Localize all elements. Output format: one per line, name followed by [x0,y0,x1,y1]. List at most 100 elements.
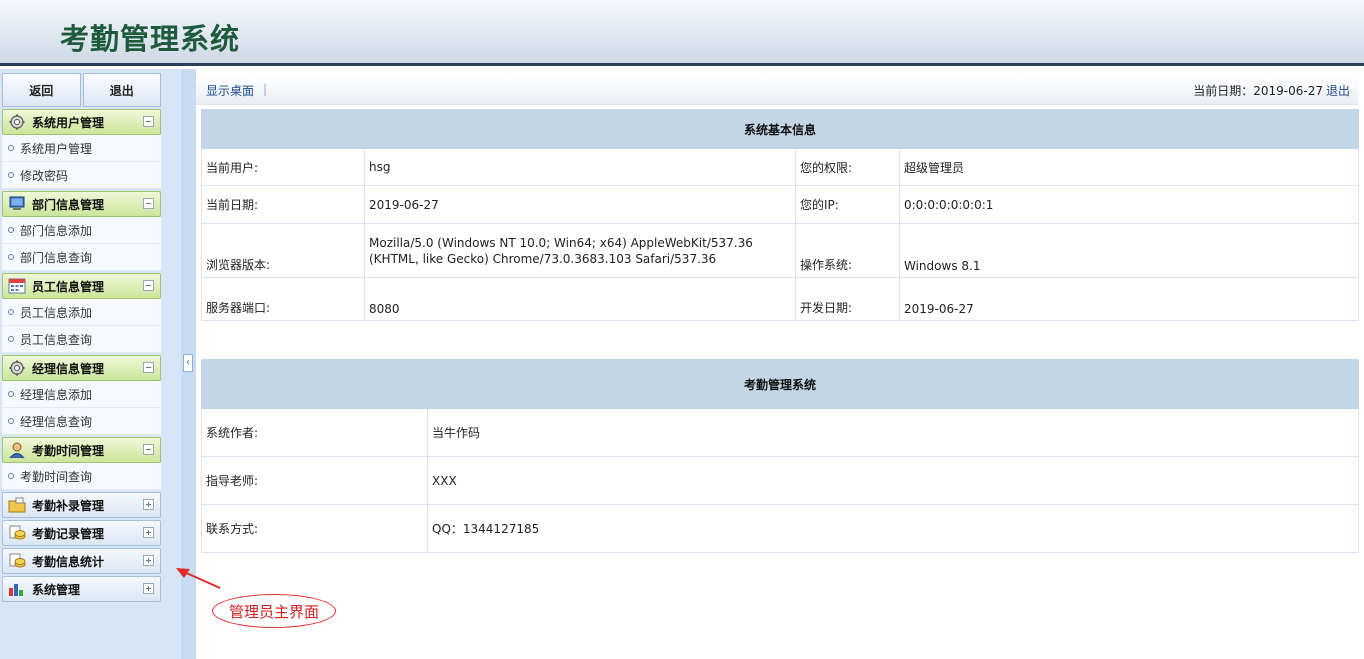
user-icon [8,442,26,459]
sidebar-item[interactable]: 系统用户管理 [2,135,161,162]
sidebar-group-2[interactable]: 员工信息管理 [2,273,161,299]
sidebar-item-label: 员工信息添加 [20,305,93,320]
bullet-icon [8,391,14,397]
collapse-icon[interactable] [143,198,154,209]
back-button[interactable]: 返回 [2,73,81,107]
table-row: 指导老师: XXX [201,456,1359,505]
current-date: 当前日期：2019-06-27 退出 [1193,82,1350,99]
sidebar-item-label: 部门信息添加 [20,223,93,238]
show-desktop-link[interactable]: 显示桌面 [206,82,254,99]
sidebar-group-label: 系统用户管理 [32,115,105,130]
bullet-icon [8,336,14,342]
system-info-title: 系统基本信息 [201,109,1359,149]
toolbar-separator: | [263,82,268,96]
table-row: 联系方式: QQ：1344127185 [201,504,1359,553]
collapse-icon[interactable] [143,116,154,127]
sidebar-group-3[interactable]: 经理信息管理 [2,355,161,381]
sidebar-group-5[interactable]: 考勤补录管理 [2,492,161,518]
sidebar-group-label: 考勤补录管理 [32,498,105,513]
about-table: 考勤管理系统 系统作者: 当牛作码 指导老师: XXX 联系方式: QQ：134… [201,359,1359,553]
sidebar-item[interactable]: 经理信息查询 [2,408,161,435]
sidebar-group-0[interactable]: 系统用户管理 [2,109,161,135]
table-row: 服务器端口: 8080 开发日期: 2019-06-27 [201,277,1359,321]
sidebar-item[interactable]: 部门信息查询 [2,244,161,271]
sidebar-group-label: 员工信息管理 [32,279,105,294]
info-key: 开发日期: [795,277,900,321]
about-value: XXX [427,456,1359,505]
coins-icon [8,553,26,569]
info-value: 0:0:0:0:0:0:0:1 [899,185,1359,224]
info-value: 超级管理员 [899,148,1359,186]
sidebar-group-7[interactable]: 考勤信息统计 [2,548,161,574]
sidebar-item-label: 经理信息添加 [20,387,93,402]
sidebar-item[interactable]: 考勤时间查询 [2,463,161,490]
annotation-arrow-icon [176,568,221,589]
sidebar-group-label: 考勤记录管理 [32,526,105,541]
gear-icon [8,360,26,376]
info-key: 当前用户: [201,148,365,186]
bullet-icon [8,309,14,315]
gear-icon [8,114,26,130]
collapse-icon[interactable] [143,444,154,455]
info-value: 2019-06-27 [364,185,796,224]
sidebar-group-label: 经理信息管理 [32,361,105,376]
annotation-text: 管理员主界面 [228,602,319,621]
sidebar-group-4[interactable]: 考勤时间管理 [2,437,161,463]
info-key: 操作系统: [795,223,900,278]
sidebar-item[interactable]: 员工信息查询 [2,326,161,353]
bullet-icon [8,172,14,178]
bullet-icon [8,418,14,424]
app-header: 考勤管理系统 [0,0,1364,66]
main-content: 显示桌面 | 当前日期：2019-06-27 退出 系统基本信息 当前用户: hs… [196,69,1364,659]
folder-icon [8,497,26,513]
sidebar: 返回 退出 系统用户管理 系统用户管理 修改密码 部门信息管理 部门信息添加 部门信息查询… [0,69,181,659]
expand-icon[interactable] [143,583,154,594]
sidebar-item-label: 员工信息查询 [20,332,93,347]
info-key: 服务器端口: [201,277,365,321]
sidebar-group-6[interactable]: 考勤记录管理 [2,520,161,546]
about-key: 指导老师: [201,456,428,505]
sidebar-group-label: 部门信息管理 [32,197,105,212]
info-value: 2019-06-27 [899,277,1359,321]
monitor-icon [8,196,26,212]
sidebar-item[interactable]: 员工信息添加 [2,299,161,326]
collapse-icon[interactable] [143,280,154,291]
bar-chart-icon [8,581,26,597]
expand-icon[interactable] [143,527,154,538]
sidebar-item-label: 修改密码 [20,168,69,183]
info-key: 当前日期: [201,185,365,224]
bullet-icon [8,227,14,233]
info-key: 您的权限: [795,148,900,186]
collapse-icon[interactable] [143,362,154,373]
coins-icon [8,525,26,541]
table-row: 当前用户: hsg 您的权限: 超级管理员 [201,148,1359,186]
sidebar-group-label: 考勤信息统计 [32,554,105,569]
collapse-sidebar-icon[interactable]: ‹ [183,354,193,372]
sidebar-item[interactable]: 经理信息添加 [2,381,161,408]
sidebar-item[interactable]: 部门信息添加 [2,217,161,244]
app-title: 考勤管理系统 [60,22,241,56]
info-value: Mozilla/5.0 (Windows NT 10.0; Win64; x64… [364,223,796,278]
about-value: QQ：1344127185 [427,504,1359,553]
info-value: hsg [364,148,796,186]
logout-link[interactable]: 退出 [1326,84,1350,98]
about-value: 当牛作码 [427,408,1359,457]
info-key: 您的IP: [795,185,900,224]
sidebar-item-label: 考勤时间查询 [20,469,93,484]
about-key: 系统作者: [201,408,428,457]
info-value: Windows 8.1 [899,223,1359,278]
calendar-icon [8,278,26,294]
exit-button[interactable]: 退出 [82,73,161,107]
table-row: 系统作者: 当牛作码 [201,408,1359,457]
info-key: 浏览器版本: [201,223,365,278]
sidebar-top-buttons: 返回 退出 [2,73,161,107]
table-row: 当前日期: 2019-06-27 您的IP: 0:0:0:0:0:0:0:1 [201,185,1359,224]
sidebar-item[interactable]: 修改密码 [2,162,161,189]
about-title: 考勤管理系统 [201,359,1359,409]
expand-icon[interactable] [143,499,154,510]
expand-icon[interactable] [143,555,154,566]
sidebar-group-1[interactable]: 部门信息管理 [2,191,161,217]
sidebar-group-8[interactable]: 系统管理 [2,576,161,602]
bullet-icon [8,254,14,260]
info-value: 8080 [364,277,796,321]
